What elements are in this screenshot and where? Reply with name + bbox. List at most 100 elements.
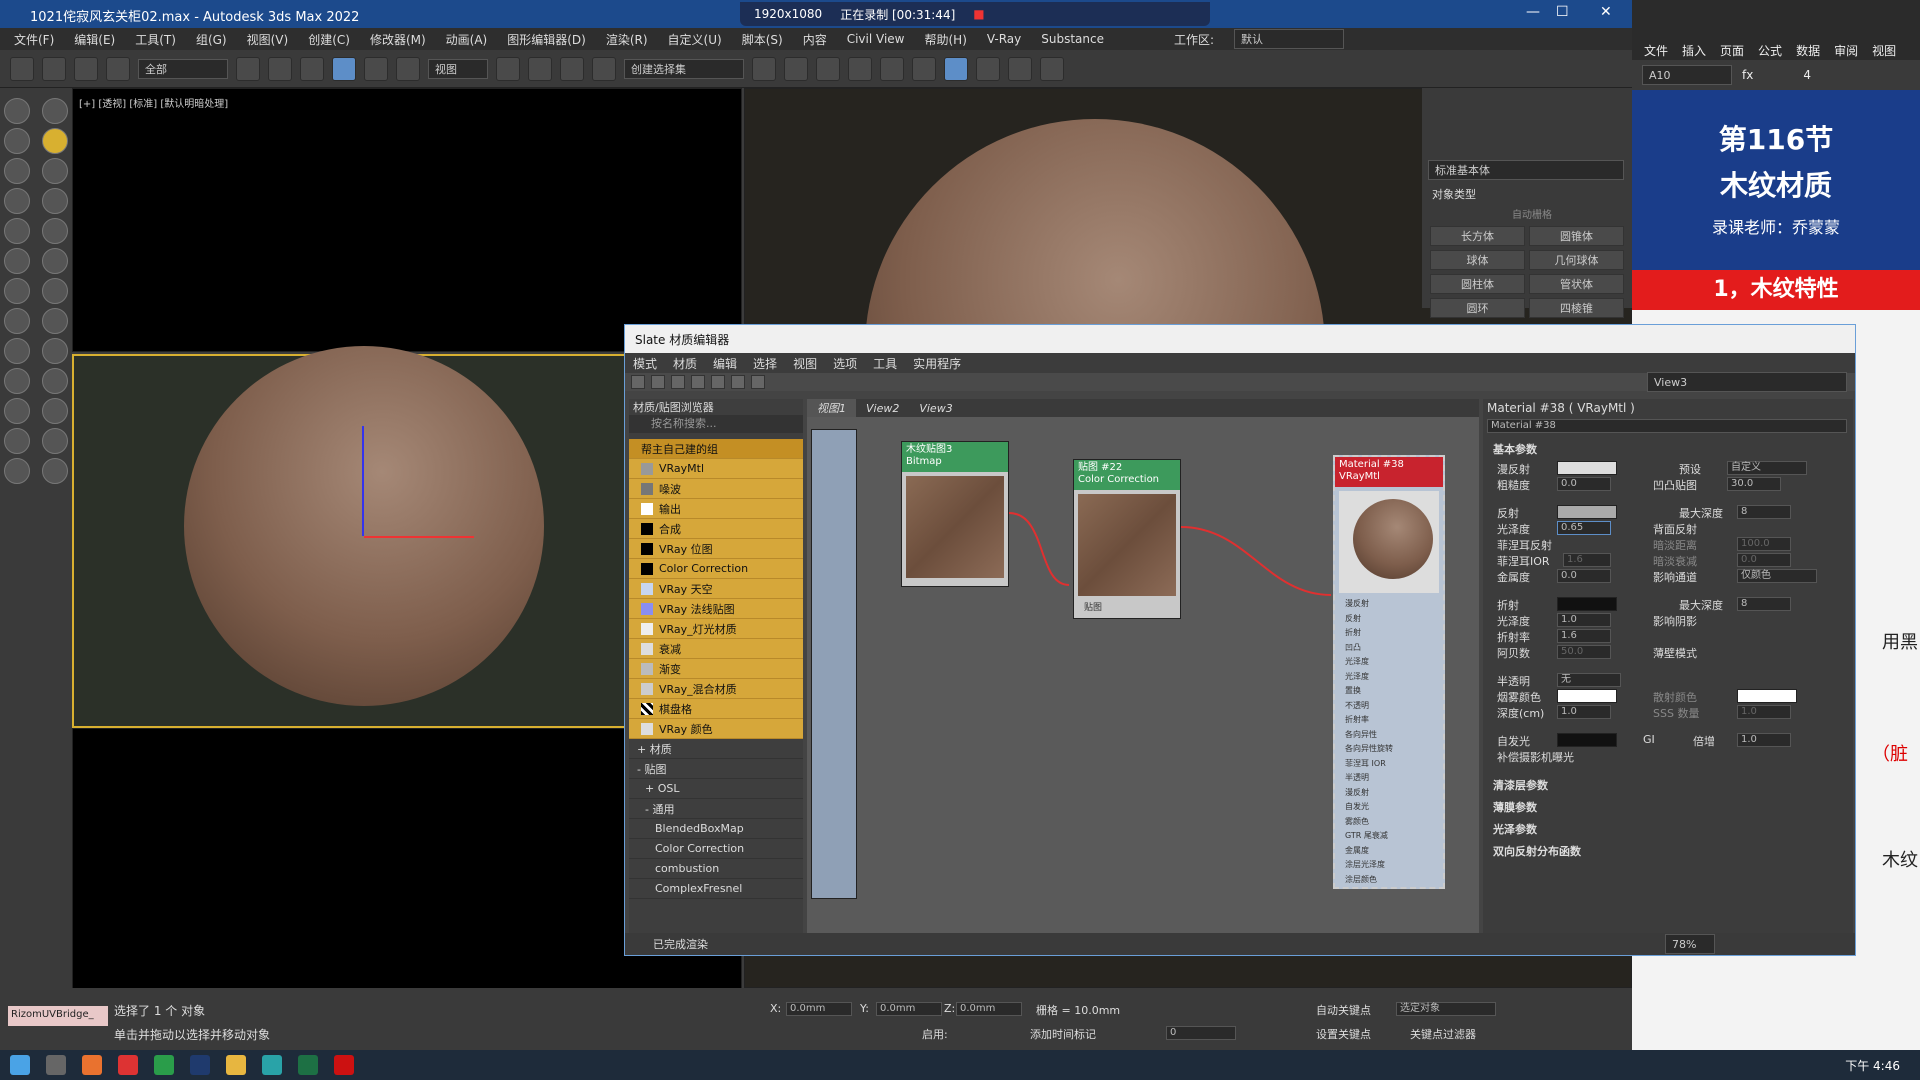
browser-section-maps[interactable]: - 贴图 (629, 759, 803, 779)
excel-tab-page[interactable]: 页面 (1720, 42, 1744, 59)
multiplier-spinner[interactable]: 1.0 (1737, 733, 1791, 747)
menu-graph-editors[interactable]: 图形编辑器(D) (507, 31, 586, 48)
object-type-header[interactable]: 对象类型 (1432, 186, 1476, 202)
browser-section-osl[interactable]: + OSL (629, 779, 803, 799)
max-depth-spinner[interactable]: 8 (1737, 505, 1791, 519)
preset-dropdown[interactable]: 自定义 (1727, 461, 1807, 475)
redo-icon[interactable] (42, 56, 66, 81)
home-icon[interactable] (42, 458, 68, 484)
excel-tab-insert[interactable]: 插入 (1682, 42, 1706, 59)
menu-animation[interactable]: 动画(A) (446, 31, 488, 48)
dim-falloff-spinner[interactable]: 0.0 (1737, 553, 1791, 567)
slate-assign-icon[interactable] (671, 375, 685, 389)
tool-icon-20[interactable] (42, 368, 68, 394)
browser-item-vraynormal[interactable]: VRay 法线贴图 (629, 599, 803, 619)
browser-item-blendedboxmap[interactable]: BlendedBoxMap (629, 819, 803, 839)
tool-icon-17[interactable] (4, 338, 30, 364)
fresnel-ior-spinner[interactable]: 1.6 (1563, 553, 1611, 567)
add-time-tag[interactable]: 添加时间标记 (1030, 1026, 1096, 1042)
ior-spinner[interactable]: 1.6 (1557, 629, 1611, 643)
close-button[interactable]: ✕ (1600, 4, 1612, 20)
browser-item-composite[interactable]: 合成 (629, 519, 803, 539)
align-icon[interactable] (784, 56, 808, 81)
formula-bar[interactable]: 4 (1803, 68, 1811, 82)
ref-coord-dropdown[interactable]: 视图 (428, 58, 488, 79)
tool-icon-3[interactable] (4, 128, 30, 154)
rect-select-icon[interactable] (300, 56, 324, 81)
mirror-icon[interactable] (752, 56, 776, 81)
browser-item-gradient[interactable]: 渐变 (629, 659, 803, 679)
excel-icon[interactable] (298, 1055, 318, 1075)
browser-item-vraybitmap[interactable]: VRay 位图 (629, 539, 803, 559)
taskview-icon[interactable] (46, 1055, 66, 1075)
slate-menu-tools[interactable]: 工具 (873, 355, 897, 372)
browser-item-color-correction[interactable]: Color Correction (629, 559, 803, 579)
node-view[interactable]: 视图1 View2 View3 木纹贴图3 Bitmap 贴图 #22 Color … (807, 399, 1479, 933)
browser-search[interactable]: 按名称搜索... (629, 415, 803, 433)
tool-icon-22[interactable] (42, 398, 68, 424)
gi-checkbox[interactable]: GI (1643, 733, 1655, 746)
app-icon-1[interactable] (118, 1055, 138, 1075)
gizmo-z-axis[interactable] (362, 426, 364, 536)
gizmo-x-axis[interactable] (364, 536, 474, 538)
zoom-dropdown[interactable]: 78% (1665, 934, 1715, 954)
fog-color[interactable] (1557, 689, 1617, 703)
browser-item-output[interactable]: 输出 (629, 499, 803, 519)
slate-delete-icon[interactable] (691, 375, 705, 389)
reflect-color[interactable] (1557, 505, 1617, 519)
menu-vray[interactable]: V-Ray (987, 32, 1021, 46)
sphere-button[interactable]: 球体 (1430, 250, 1525, 270)
wechat-icon[interactable] (154, 1055, 174, 1075)
diffuse-color[interactable] (1557, 461, 1617, 475)
tool-icon-18[interactable] (42, 338, 68, 364)
slate-menu-material[interactable]: 材质 (673, 355, 697, 372)
render-setup-icon[interactable] (976, 56, 1000, 81)
menu-rendering[interactable]: 渲染(R) (606, 31, 648, 48)
schematic-icon[interactable] (912, 56, 936, 81)
gloss-spinner[interactable]: 0.65 (1557, 521, 1611, 535)
browser-item-color-correction-2[interactable]: Color Correction (629, 839, 803, 859)
excel-tab-formula[interactable]: 公式 (1758, 42, 1782, 59)
tool-icon-9[interactable] (4, 218, 30, 244)
slate-show-map-icon[interactable] (731, 375, 745, 389)
menu-file[interactable]: 文件(F) (14, 31, 54, 48)
warning-icon[interactable] (42, 128, 68, 154)
select-object-icon[interactable] (236, 56, 260, 81)
tool-icon-10[interactable] (42, 218, 68, 244)
fx-icon[interactable]: fx (1742, 68, 1753, 82)
browser-group-header[interactable]: 帮主自己建的组 (629, 439, 803, 459)
excel-tab-review[interactable]: 审阅 (1834, 42, 1858, 59)
unlink-icon[interactable] (106, 56, 130, 81)
pivot-icon[interactable] (496, 56, 520, 81)
undo-icon[interactable] (10, 56, 34, 81)
menu-tools[interactable]: 工具(T) (135, 31, 176, 48)
affect-shadows-checkbox[interactable]: 影响阴影 (1653, 613, 1697, 629)
pyramid-button[interactable]: 四棱锥 (1529, 298, 1624, 318)
tube-button[interactable]: 管状体 (1529, 274, 1624, 294)
menu-modifiers[interactable]: 修改器(M) (370, 31, 426, 48)
refract-depth-spinner[interactable]: 8 (1737, 597, 1791, 611)
metalness-spinner[interactable]: 0.0 (1557, 569, 1611, 583)
autogrid-checkbox[interactable]: 自动栅格 (1512, 206, 1552, 221)
tool-icon-25[interactable] (4, 458, 30, 484)
link-icon[interactable] (74, 56, 98, 81)
self-illum-color[interactable] (1557, 733, 1617, 747)
angle-snap-icon[interactable] (560, 56, 584, 81)
explorer-icon[interactable] (226, 1055, 246, 1075)
fresnel-checkbox[interactable]: 菲涅耳反射 (1497, 537, 1552, 553)
slate-layout-icon[interactable] (711, 375, 725, 389)
layer-icon[interactable] (848, 56, 872, 81)
scale-icon[interactable] (396, 56, 420, 81)
basic-params-rollout[interactable]: 基本参数 (1493, 441, 1537, 457)
key-filters-button[interactable]: 关键点过滤器 (1410, 1026, 1476, 1042)
slate-select-icon[interactable] (631, 375, 645, 389)
snap-icon[interactable] (528, 56, 552, 81)
auto-key-button[interactable]: 自动关键点 (1316, 1002, 1371, 1018)
start-icon[interactable] (10, 1055, 30, 1075)
move-icon[interactable] (332, 56, 356, 81)
refract-gloss-spinner[interactable]: 1.0 (1557, 613, 1611, 627)
browser-item-vraycolor[interactable]: VRay 颜色 (629, 719, 803, 739)
slate-pick-icon[interactable] (651, 375, 665, 389)
material-name-field[interactable]: Material #38 (1487, 419, 1847, 433)
tool-icon-21[interactable] (4, 398, 30, 424)
